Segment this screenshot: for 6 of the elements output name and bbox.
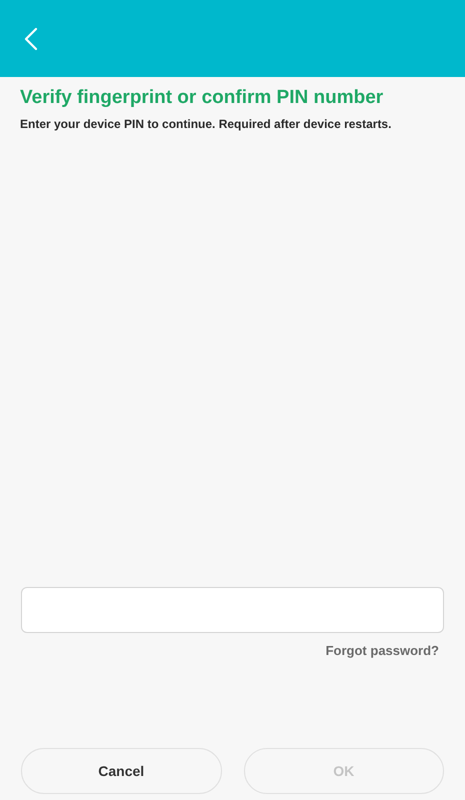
page-title: Verify fingerprint or confirm PIN number — [20, 86, 384, 110]
forgot-password-link[interactable]: Forgot password? — [326, 640, 439, 660]
cancel-button[interactable]: Cancel — [21, 748, 222, 794]
back-icon — [24, 26, 38, 50]
pin-field[interactable] — [21, 586, 444, 632]
instruction-text: Enter your device PIN to continue. Required after device restarts. — [20, 116, 392, 132]
